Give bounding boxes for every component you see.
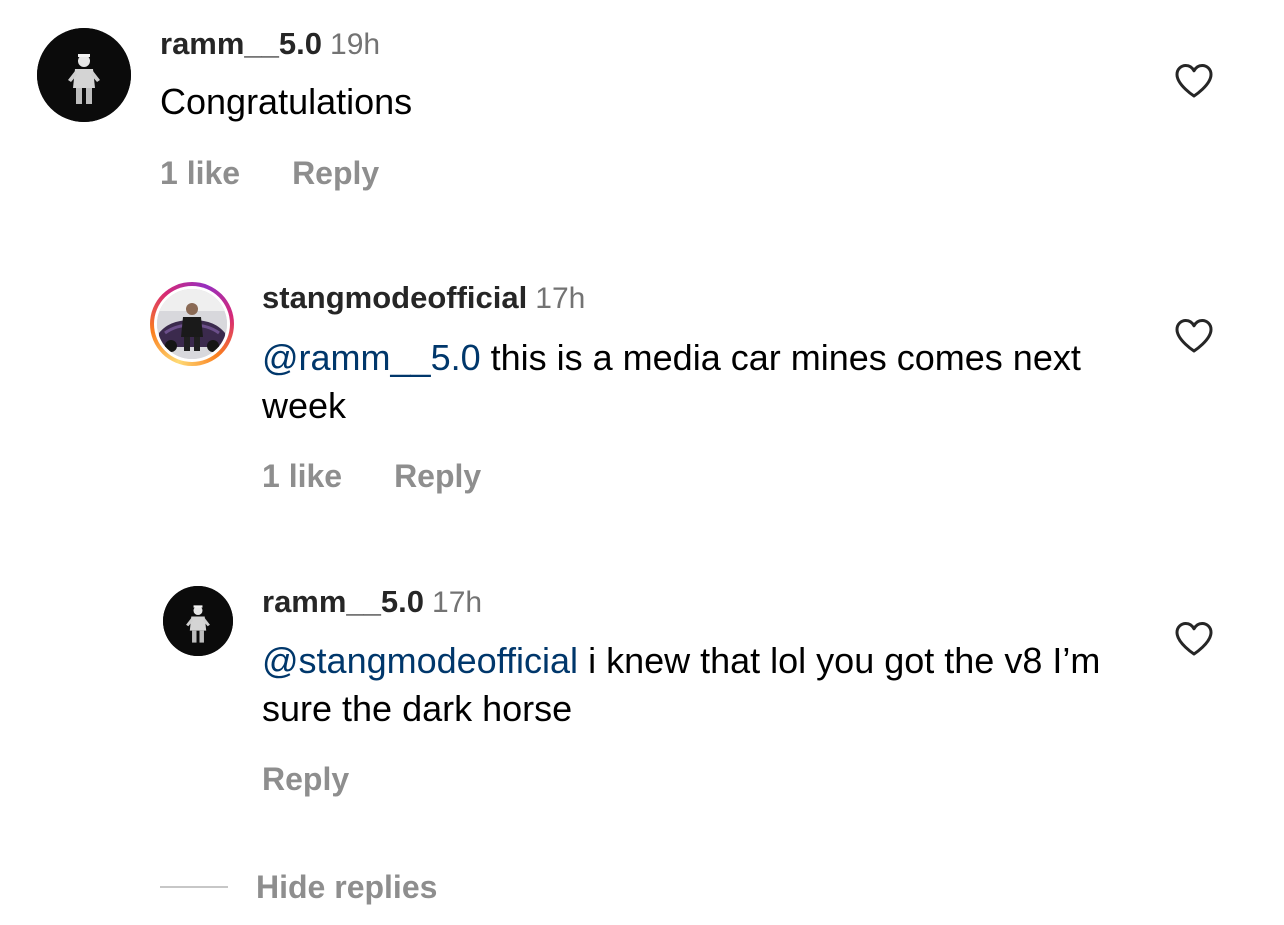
mention-link[interactable]: @ramm__5.0: [262, 337, 481, 378]
person-avatar-icon: [163, 586, 233, 656]
person-with-car-icon: [157, 289, 227, 359]
story-ring[interactable]: [150, 282, 234, 366]
reply-item: ramm__5.0 17h @stangmodeofficial i knew t…: [0, 570, 1284, 810]
reply-button[interactable]: Reply: [394, 457, 481, 495]
username[interactable]: stangmodeofficial: [262, 280, 527, 315]
hide-replies-button[interactable]: Hide replies: [160, 866, 560, 910]
comment-text: Congratulations: [160, 78, 1040, 126]
comment-text: @stangmodeofficial i knew that lol you g…: [262, 637, 1142, 733]
person-avatar-icon: [37, 28, 131, 122]
likes-count[interactable]: 1 like: [160, 154, 240, 192]
comment-actions: 1 like Reply: [160, 154, 379, 192]
comment-item: ramm__5.0 19h Congratulations 1 like Reply: [0, 0, 1284, 230]
heart-outline-icon[interactable]: [1174, 318, 1214, 354]
username[interactable]: ramm__5.0: [262, 584, 424, 619]
comment-body: Congratulations: [160, 81, 413, 122]
likes-count[interactable]: 1 like: [262, 457, 342, 495]
timestamp: 17h: [535, 282, 586, 315]
timestamp: 19h: [330, 28, 381, 61]
avatar: [157, 289, 227, 359]
comment-header: stangmodeofficial 17h: [262, 280, 585, 317]
reply-item: stangmodeofficial 17h @ramm__5.0 this is …: [0, 270, 1284, 520]
divider-line: [160, 886, 228, 888]
avatar[interactable]: [37, 28, 131, 122]
reply-button[interactable]: Reply: [262, 760, 349, 798]
heart-outline-icon[interactable]: [1174, 63, 1214, 99]
comment-header: ramm__5.0 17h: [262, 584, 482, 621]
comment-text: @ramm__5.0 this is a media car mines com…: [262, 334, 1142, 430]
comment-actions: 1 like Reply: [262, 457, 481, 495]
heart-outline-icon[interactable]: [1174, 621, 1214, 657]
mention-link[interactable]: @stangmodeofficial: [262, 640, 578, 681]
reply-button[interactable]: Reply: [292, 154, 379, 192]
username[interactable]: ramm__5.0: [160, 26, 322, 61]
timestamp: 17h: [432, 586, 483, 619]
comment-header: ramm__5.0 19h: [160, 26, 380, 63]
avatar[interactable]: [163, 586, 233, 656]
comment-actions: Reply: [262, 760, 349, 798]
hide-replies-label: Hide replies: [256, 869, 438, 905]
